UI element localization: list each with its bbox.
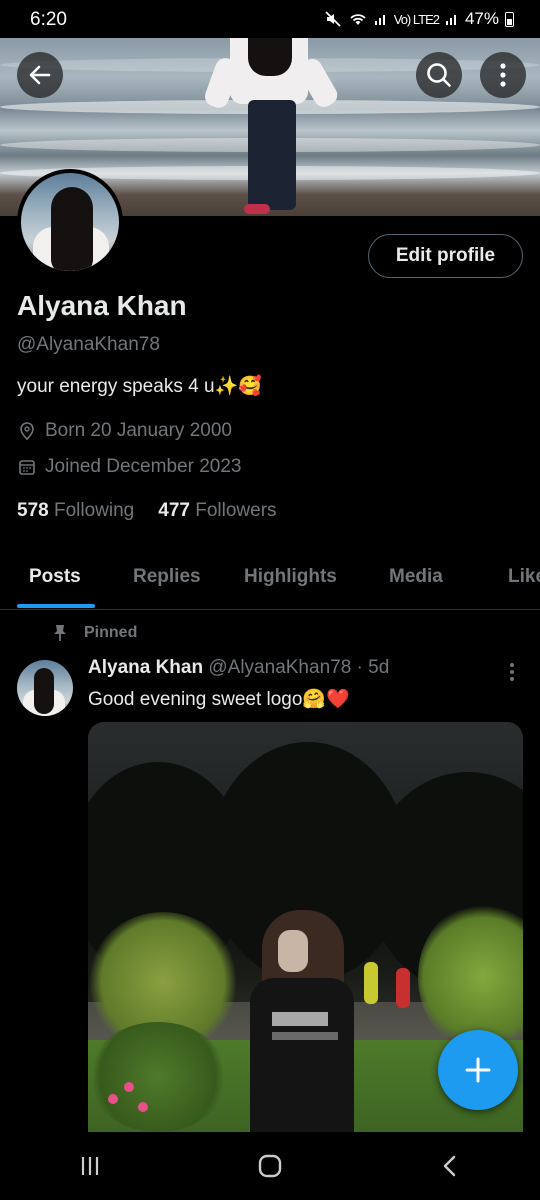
followers-count: 477	[158, 500, 190, 521]
status-time: 6:20	[30, 9, 67, 30]
home-icon[interactable]	[257, 1153, 283, 1179]
back-arrow-icon	[29, 65, 51, 85]
post-handle-time: @AlyanaKhan78 · 5d	[208, 657, 390, 678]
pinned-indicator: Pinned	[52, 624, 137, 642]
location-pin-icon	[20, 422, 34, 441]
following-count: 578	[17, 500, 49, 521]
back-icon[interactable]	[438, 1154, 462, 1178]
pinned-label: Pinned	[84, 624, 138, 641]
search-icon	[427, 63, 451, 87]
more-vertical-icon	[500, 63, 506, 87]
wifi-icon	[350, 14, 366, 25]
network-label: Vo) LTE2	[393, 11, 440, 27]
compose-plus-icon	[465, 1057, 491, 1083]
birth-date-text: Born 20 January 2000	[45, 420, 232, 441]
followers-link[interactable]: 477 Followers	[158, 500, 276, 522]
profile-handle: @AlyanaKhan78	[17, 334, 160, 355]
join-date: Joined December 2023	[17, 456, 241, 478]
signal-icon	[374, 15, 385, 25]
mute-icon	[325, 11, 341, 27]
post-text: Good evening sweet logo🤗❤️	[88, 689, 350, 710]
calendar-icon	[19, 460, 35, 475]
profile-name: Alyana Khan	[17, 290, 187, 321]
more-vertical-icon	[510, 663, 514, 681]
pin-icon	[54, 625, 66, 641]
tab-replies[interactable]: Replies	[133, 566, 201, 588]
back-button[interactable]	[17, 52, 63, 98]
post-header: Alyana Khan @AlyanaKhan78 · 5d	[88, 657, 389, 679]
tab-highlights[interactable]: Highlights	[244, 566, 337, 588]
post-more-button[interactable]	[502, 660, 522, 684]
post-author-name[interactable]: Alyana Khan	[88, 657, 203, 678]
system-navigation-bar	[0, 1132, 540, 1200]
followers-label: Followers	[195, 500, 277, 521]
recents-icon[interactable]	[78, 1154, 102, 1178]
join-date-text: Joined December 2023	[45, 456, 242, 477]
status-icons: Vo) LTE2 47%	[324, 9, 514, 29]
post-avatar[interactable]	[17, 660, 73, 716]
signal-icon-2	[445, 15, 456, 25]
profile-avatar[interactable]	[17, 169, 123, 275]
banner-person	[202, 38, 341, 216]
birth-date: Born 20 January 2000	[17, 420, 232, 442]
following-link[interactable]: 578 Following	[17, 500, 134, 522]
tab-likes[interactable]: Likes	[508, 566, 540, 588]
compose-post-button[interactable]	[438, 1030, 518, 1110]
following-label: Following	[53, 500, 135, 521]
profile-tabs: Posts Replies Highlights Media Likes	[0, 548, 540, 610]
tab-posts[interactable]: Posts	[29, 566, 81, 588]
more-options-button[interactable]	[480, 52, 526, 98]
battery-icon	[505, 11, 514, 27]
follow-stats: 578 Following 477 Followers	[17, 500, 277, 522]
active-tab-indicator	[17, 604, 95, 608]
edit-profile-button[interactable]: Edit profile	[368, 234, 523, 278]
search-button[interactable]	[416, 52, 462, 98]
profile-bio: your energy speaks 4 u✨🥰	[17, 376, 262, 397]
battery-percent: 47%	[464, 9, 499, 28]
tab-media[interactable]: Media	[389, 566, 443, 588]
status-bar: 6:20 Vo) LTE2 47%	[0, 0, 540, 38]
